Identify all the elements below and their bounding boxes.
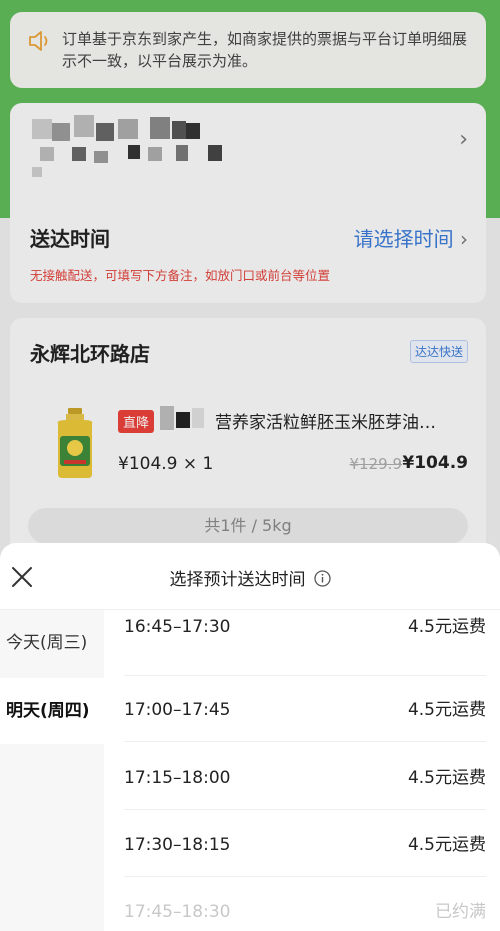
slot-time: 17:45–18:30 [124,902,231,922]
time-slot[interactable]: 17:30–18:15 4.5元运费 [124,811,486,877]
time-slot-list: 16:45–17:30 4.5元运费 17:00–17:45 4.5元运费 17… [104,610,500,931]
day-list: 今天(周三) 明天(周四) [0,610,104,931]
delivery-time-sheet: 选择预计送达时间 今天(周三) 明天(周四) 16:45–17:30 4.5元运… [0,543,500,931]
slot-fee: 4.5元运费 [407,617,486,637]
slot-fee: 4.5元运费 [407,768,486,788]
slot-fee: 4.5元运费 [407,835,486,855]
slot-full-label: 已约满 [435,902,486,922]
sheet-header: 选择预计送达时间 [0,543,500,610]
day-item-today[interactable]: 今天(周三) [0,610,104,676]
time-slot[interactable]: 17:00–17:45 4.5元运费 [124,676,486,742]
info-icon[interactable] [313,570,331,587]
time-slot[interactable]: 17:15–18:00 4.5元运费 [124,744,486,810]
time-slot-full: 17:45–18:30 已约满 [124,878,486,931]
sheet-title: 选择预计送达时间 [0,565,500,590]
slot-fee: 4.5元运费 [407,700,486,720]
slot-time: 16:45–17:30 [124,617,231,637]
time-slot[interactable]: 16:45–17:30 4.5元运费 [124,610,486,676]
slot-time: 17:15–18:00 [124,768,231,788]
day-item-tomorrow[interactable]: 明天(周四) [0,678,104,744]
slot-time: 17:00–17:45 [124,700,231,720]
slot-time: 17:30–18:15 [124,835,231,855]
